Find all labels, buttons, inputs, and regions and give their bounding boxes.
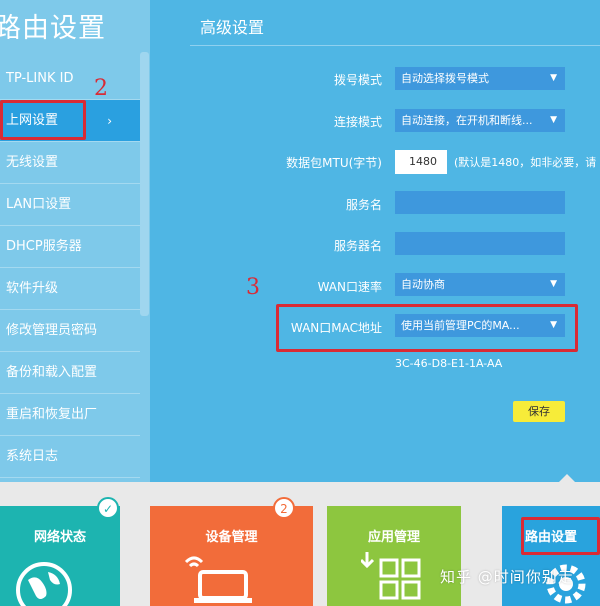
server-name-input[interactable] bbox=[395, 232, 565, 255]
active-tile-pointer bbox=[558, 474, 576, 483]
tile-app-management[interactable]: 应用管理 bbox=[327, 506, 461, 606]
sidebar-item-label: DHCP服务器 bbox=[6, 239, 82, 254]
check-icon: ✓ bbox=[97, 497, 119, 519]
tile-device-management[interactable]: 设备管理 bbox=[150, 506, 313, 606]
sidebar-item-tplink-id[interactable]: TP-LINK ID bbox=[0, 58, 140, 100]
mtu-input[interactable]: 1480 bbox=[395, 150, 447, 174]
service-name-label: 服务名 bbox=[345, 198, 382, 212]
dial-mode-select[interactable]: 自动选择拨号模式 ▼ bbox=[395, 67, 565, 90]
dial-mode-label: 拨号模式 bbox=[333, 73, 382, 87]
sidebar-item-label: 软件升级 bbox=[6, 281, 59, 296]
tile-label: 设备管理 bbox=[205, 530, 258, 545]
save-button[interactable]: 保存 bbox=[513, 401, 565, 422]
device-count-badge: 2 bbox=[273, 497, 295, 519]
service-name-input[interactable] bbox=[395, 191, 565, 214]
sidebar-title: 路由设置 bbox=[0, 13, 106, 44]
tile-label: 网络状态 bbox=[33, 530, 86, 545]
sidebar-scrollbar[interactable] bbox=[140, 52, 149, 316]
mtu-label: 数据包MTU(字节) bbox=[286, 156, 382, 170]
caret-down-icon: ▼ bbox=[550, 115, 557, 125]
connect-mode-value: 自动连接，在开机和断线... bbox=[401, 114, 533, 127]
watermark: 知乎 @时间你别走 bbox=[440, 568, 574, 586]
sidebar-item-label: TP-LINK ID bbox=[6, 71, 74, 86]
server-name-label: 服务器名 bbox=[333, 239, 382, 253]
dial-mode-value: 自动选择拨号模式 bbox=[401, 72, 489, 85]
wan-speed-select[interactable]: 自动协商 ▼ bbox=[395, 273, 565, 296]
sidebar: 路由设置 TP-LINK ID 上网设置 › 无线设置 LAN口设置 DHCP服务… bbox=[0, 0, 150, 482]
globe-icon bbox=[12, 558, 76, 606]
apps-grid-icon bbox=[359, 552, 423, 606]
annotation-box-internet-settings bbox=[0, 100, 86, 140]
sidebar-item-label: 重启和恢复出厂 bbox=[6, 407, 98, 422]
annotation-box-wan-mac bbox=[276, 304, 578, 352]
sidebar-item-label: 修改管理员密码 bbox=[6, 323, 98, 338]
sidebar-item-admin-password[interactable]: 修改管理员密码 bbox=[0, 310, 140, 352]
page-title: 高级设置 bbox=[200, 18, 265, 37]
connect-mode-label: 连接模式 bbox=[333, 115, 382, 129]
tile-label: 应用管理 bbox=[367, 530, 420, 545]
laptop-wifi-icon bbox=[180, 554, 260, 606]
caret-down-icon: ▼ bbox=[550, 73, 557, 83]
wan-speed-value: 自动协商 bbox=[401, 278, 445, 291]
title-divider bbox=[190, 45, 600, 46]
annotation-box-router-settings bbox=[521, 517, 600, 555]
sidebar-item-lan[interactable]: LAN口设置 bbox=[0, 184, 140, 226]
mac-address-text: 3C-46-D8-E1-1A-AA bbox=[395, 357, 503, 370]
chevron-right-icon: › bbox=[107, 114, 112, 128]
main-panel: 高级设置 拨号模式 自动选择拨号模式 ▼ 连接模式 自动连接，在开机和断线...… bbox=[150, 0, 600, 482]
sidebar-item-firmware[interactable]: 软件升级 bbox=[0, 268, 140, 310]
annotation-number-3: 3 bbox=[246, 275, 260, 300]
sidebar-item-label: 无线设置 bbox=[6, 155, 59, 170]
mtu-hint: (默认是1480，如非必要，请 bbox=[454, 156, 597, 169]
sidebar-item-label: 备份和载入配置 bbox=[6, 365, 98, 380]
sidebar-item-syslog[interactable]: 系统日志 bbox=[0, 436, 140, 478]
sidebar-item-backup[interactable]: 备份和载入配置 bbox=[0, 352, 140, 394]
sidebar-item-reboot[interactable]: 重启和恢复出厂 bbox=[0, 394, 140, 436]
sidebar-item-label: 系统日志 bbox=[6, 449, 59, 464]
sidebar-item-label: LAN口设置 bbox=[6, 197, 72, 212]
sidebar-item-dhcp[interactable]: DHCP服务器 bbox=[0, 226, 140, 268]
caret-down-icon: ▼ bbox=[550, 279, 557, 289]
wan-speed-label: WAN口速率 bbox=[317, 280, 382, 294]
connect-mode-select[interactable]: 自动连接，在开机和断线... ▼ bbox=[395, 109, 565, 132]
annotation-number-2: 2 bbox=[94, 76, 108, 101]
tile-network-status[interactable]: 网络状态 bbox=[0, 506, 120, 606]
sidebar-item-wireless[interactable]: 无线设置 bbox=[0, 142, 140, 184]
